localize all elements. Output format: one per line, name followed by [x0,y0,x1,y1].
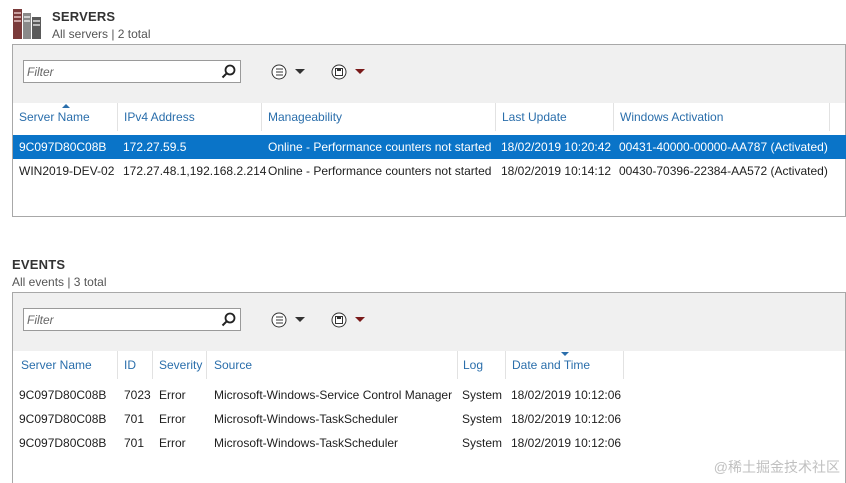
server-name-cell: 9C097D80C08B [19,140,107,154]
manageability-cell: Online - Performance counters not starte… [268,164,492,178]
column-header-severity[interactable]: Severity [153,351,202,379]
table-row[interactable]: WIN2019-DEV-02 172.27.48.1,192.168.2.214… [13,159,846,183]
sort-ascending-icon [62,104,70,108]
column-header-log[interactable]: Log [457,351,483,379]
column-header-windows-activation[interactable]: Windows Activation [614,103,723,131]
manageability-cell: Online - Performance counters not starte… [268,140,492,154]
events-filter-box[interactable] [23,308,241,331]
log-cell: System [462,388,503,402]
date-time-cell: 18/02/2019 10:12:06 [511,436,622,450]
date-time-cell: 18/02/2019 10:12:06 [511,412,622,426]
date-time-cell: 18/02/2019 10:12:06 [511,388,622,402]
ipv4-cell: 172.27.48.1,192.168.2.214 [123,164,267,178]
servers-subtitle: All servers | 2 total [52,27,151,41]
severity-cell: Error [159,412,186,426]
events-table-header: Server Name ID Severity Source Log Date … [13,351,845,379]
column-header-ipv4-address[interactable]: IPv4 Address [118,103,195,131]
search-icon[interactable] [220,311,238,329]
column-header-last-update[interactable]: Last Update [496,103,567,131]
events-subtitle: All events | 3 total [12,275,107,289]
watermark: @稀土掘金技术社区 [713,459,840,475]
activation-cell: 00430-70396-22384-AA572 (Activated) [619,164,828,178]
table-row[interactable]: 9C097D80C08B 7023 Error Microsoft-Window… [13,383,846,407]
table-row[interactable]: 9C097D80C08B 701 Error Microsoft-Windows… [13,407,846,431]
column-header-date-and-time[interactable]: Date and Time [506,351,590,379]
list-view-button[interactable] [269,61,309,83]
list-view-button[interactable] [269,309,309,331]
servers-icon [13,9,41,39]
column-header-server-name[interactable]: Server Name [15,351,92,379]
log-cell: System [462,436,503,450]
servers-panel: Server Name IPv4 Address Manageability L… [12,44,846,217]
servers-filter-input[interactable] [24,61,204,82]
save-query-button[interactable] [329,61,369,83]
server-name-cell: 9C097D80C08B [19,388,107,402]
log-cell: System [462,412,503,426]
severity-cell: Error [159,436,186,450]
search-icon[interactable] [220,63,238,81]
save-query-button[interactable] [329,309,369,331]
column-header-server-name[interactable]: Server Name [13,103,90,131]
sort-descending-icon [561,352,569,356]
column-header-manageability[interactable]: Manageability [262,103,342,131]
column-header-id[interactable]: ID [118,351,136,379]
server-name-cell: 9C097D80C08B [19,412,107,426]
activation-cell: 00431-40000-00000-AA787 (Activated) [619,140,828,154]
events-filter-input[interactable] [24,309,204,330]
events-title: EVENTS [12,257,66,272]
events-panel: Server Name ID Severity Source Log Date … [12,292,846,483]
table-row[interactable]: 9C097D80C08B 701 Error Microsoft-Windows… [13,431,846,455]
servers-filter-box[interactable] [23,60,241,83]
server-name-cell: WIN2019-DEV-02 [19,164,115,178]
last-update-cell: 18/02/2019 10:14:12 [501,164,612,178]
last-update-cell: 18/02/2019 10:20:42 [501,140,612,154]
table-row[interactable]: 9C097D80C08B 172.27.59.5 Online - Perfor… [13,135,846,159]
column-header-source[interactable]: Source [208,351,252,379]
id-cell: 701 [124,412,145,426]
servers-title: SERVERS [52,9,116,24]
source-cell: Microsoft-Windows-Service Control Manage… [214,388,453,402]
id-cell: 701 [124,436,145,450]
servers-table-header: Server Name IPv4 Address Manageability L… [13,103,845,131]
id-cell: 7023 [124,388,151,402]
server-name-cell: 9C097D80C08B [19,436,107,450]
servers-table: Server Name IPv4 Address Manageability L… [13,103,846,216]
source-cell: Microsoft-Windows-TaskScheduler [214,412,399,426]
source-cell: Microsoft-Windows-TaskScheduler [214,436,399,450]
severity-cell: Error [159,388,186,402]
ipv4-cell: 172.27.59.5 [123,140,187,154]
